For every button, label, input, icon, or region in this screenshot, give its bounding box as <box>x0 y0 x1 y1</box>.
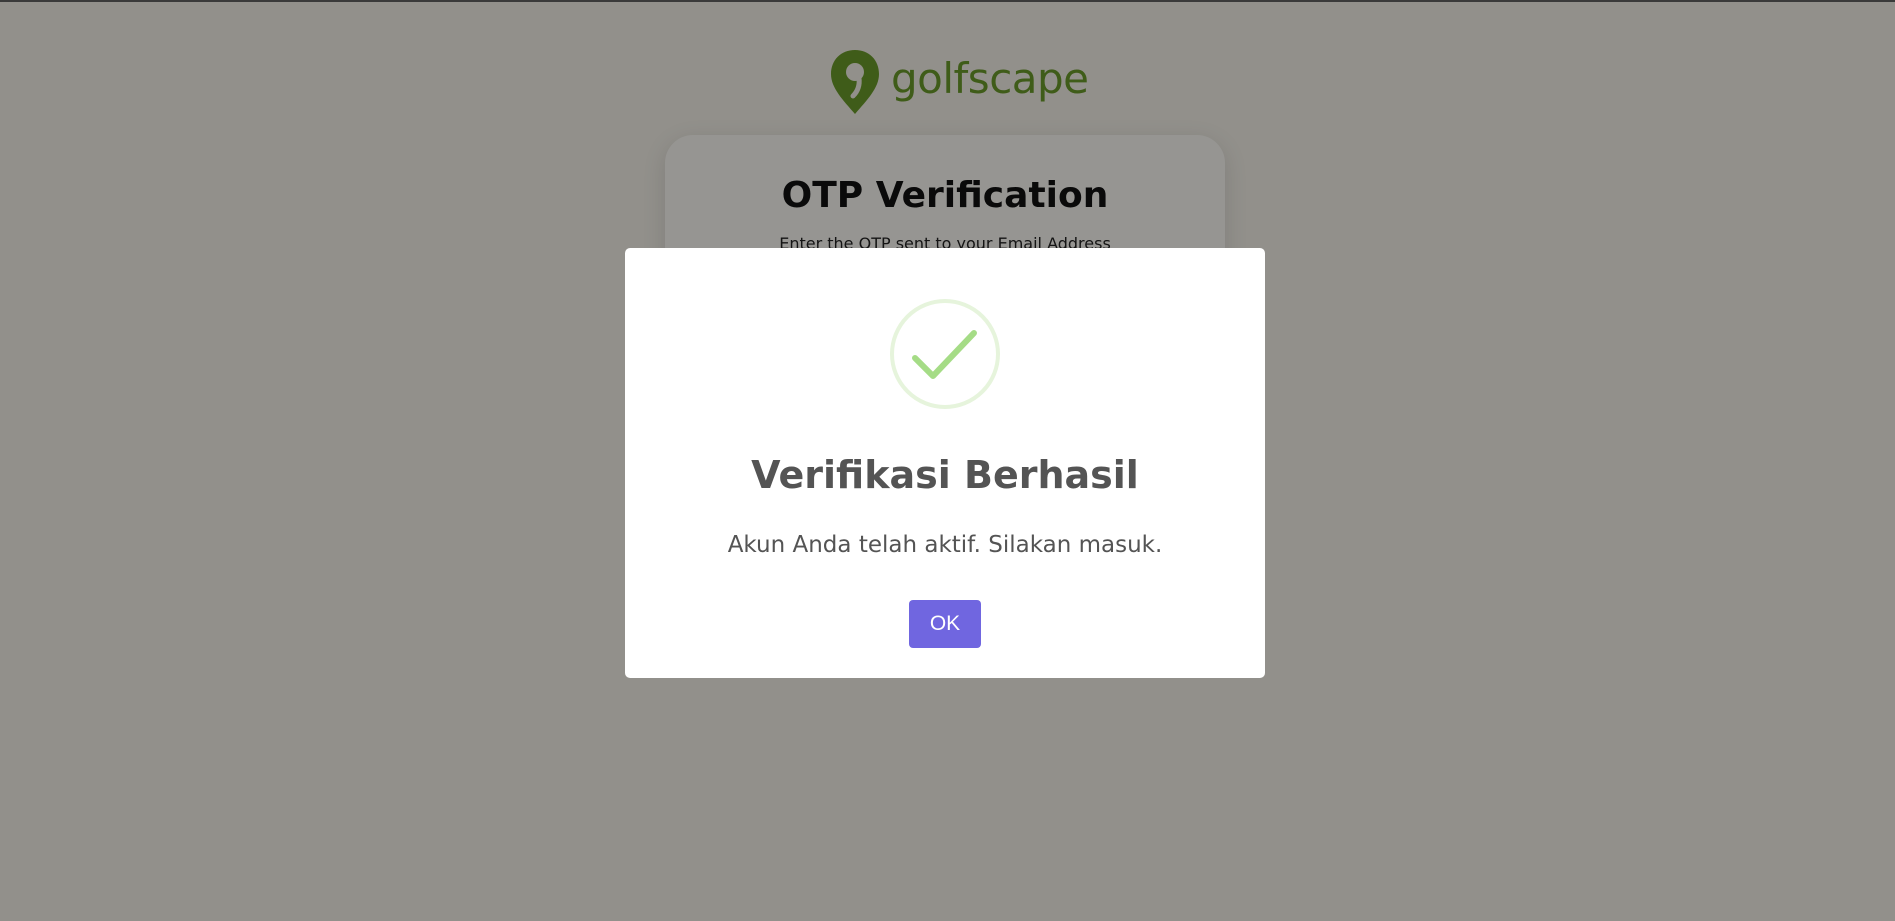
ok-button[interactable]: OK <box>909 600 981 648</box>
dialog-title: Verifikasi Berhasil <box>751 453 1139 497</box>
success-dialog: Verifikasi Berhasil Akun Anda telah akti… <box>625 248 1265 678</box>
success-check-icon <box>890 299 1000 409</box>
dialog-message: Akun Anda telah aktif. Silakan masuk. <box>727 532 1163 558</box>
top-border <box>0 0 1895 2</box>
